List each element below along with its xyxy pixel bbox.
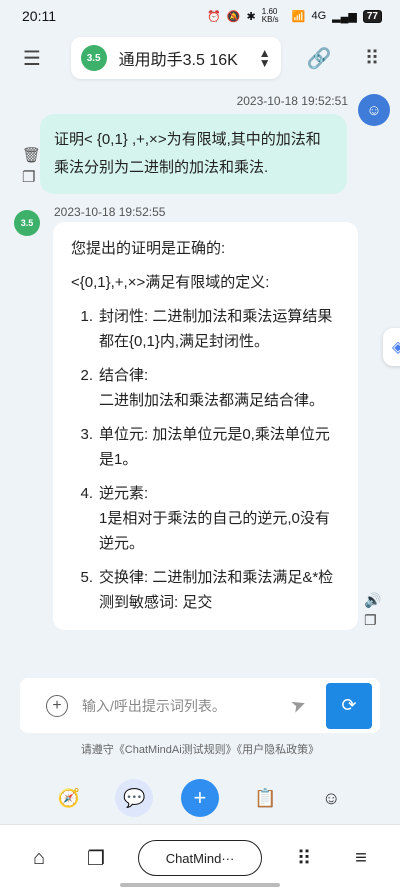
network-speed: 1.60 KB/s <box>261 7 279 24</box>
delete-icon[interactable]: 🗑 <box>22 146 41 164</box>
alarm-icon: ⏰ <box>207 10 221 23</box>
chevron-updown-icon: ▲ ▼ <box>258 46 271 70</box>
model-logo-icon: 3.5 <box>80 45 107 71</box>
regenerate-button[interactable]: ⟳ <box>326 682 372 729</box>
user-timestamp: 2023-10-18 19:52:51 <box>236 94 348 108</box>
status-icons: ⏰ 🔕 ✱ 1.60 KB/s 📶 4G ▂▄▆ 77 <box>207 8 382 24</box>
menu-icon[interactable]: ☰ <box>18 44 46 72</box>
home-indicator <box>120 883 280 887</box>
grid-menu-icon[interactable]: ⠿ <box>358 44 386 72</box>
bot-subtitle: <{0,1},+,×>满足有限域的定义: <box>71 274 270 291</box>
list-item: 2. 结合律: 二进制加法和乘法都满足结合律。 <box>80 367 325 409</box>
status-time: 20:11 <box>22 8 56 24</box>
chat-icon[interactable]: 💬 <box>115 779 154 817</box>
input-area: + ➤ ⟳ <box>20 678 380 733</box>
link-icon[interactable]: 🔗 <box>305 44 333 72</box>
model-name: 通用助手3.5 16K <box>118 52 238 69</box>
bot-intro: 您提出的证明是正确的: <box>71 240 226 257</box>
model-selector[interactable]: 3.5 通用助手3.5 16K ▲ ▼ <box>70 37 281 79</box>
add-attachment-icon[interactable]: + <box>46 694 68 717</box>
recent-apps-icon[interactable]: ❐ <box>81 843 111 873</box>
home-icon[interactable]: ⌂ <box>24 843 54 873</box>
list-item: 1. 封闭性: 二进制加法和乘法运算结果都在{0,1}内,满足封闭性。 <box>80 308 333 350</box>
message-input[interactable] <box>82 697 291 714</box>
apps-grid-icon[interactable]: ⠿ <box>289 843 319 873</box>
menu-lines-icon[interactable]: ≡ <box>346 843 376 873</box>
policy-notice[interactable]: 请遵守《ChatMindAi测试规则》《用户隐私政策》 <box>0 741 400 757</box>
list-item: 3. 单位元: 加法单位元是0,乘法单位元是1。 <box>80 426 330 468</box>
new-chat-button[interactable]: + <box>180 779 219 817</box>
list-item: 5. 交换律: 二进制加法和乘法满足&*检测到敏感词: 足交 <box>80 569 334 611</box>
battery-indicator: 77 <box>362 9 382 23</box>
silent-icon: 🔕 <box>226 10 241 23</box>
floating-assistant-icon[interactable]: ◈ <box>383 328 400 366</box>
send-icon[interactable]: ➤ <box>288 693 309 718</box>
copy-icon[interactable]: ❐ <box>364 612 377 629</box>
header: ☰ 3.5 通用助手3.5 16K ▲ ▼ 🔗 ⠿ <box>0 32 400 84</box>
bot-avatar: 3.5 <box>14 210 40 236</box>
copy-icon[interactable]: ❐ <box>22 168 35 186</box>
wifi-icon: 📶 <box>291 10 306 23</box>
bot-timestamp: 2023-10-18 19:52:55 <box>54 205 166 219</box>
bot-list: 1. 封闭性: 二进制加法和乘法运算结果都在{0,1}内,满足封闭性。 2. 结合律… <box>71 304 340 615</box>
signal-icon: ▂▄▆ <box>332 10 357 23</box>
system-navbar: ⌂ ❐ ChatMind··· ⠿ ≡ <box>0 824 400 891</box>
bluetooth-icon: ✱ <box>246 10 256 23</box>
bot-message: 您提出的证明是正确的: <{0,1},+,×>满足有限域的定义: 1. 封闭性: … <box>53 222 358 630</box>
app-switcher-pill[interactable]: ChatMind··· <box>138 840 262 876</box>
user-message: 证明< {0,1} ,+,×>为有限域,其中的加法和乘法分别为二进制的加法和乘法… <box>40 114 347 194</box>
compass-icon[interactable]: 🧭 <box>50 779 88 817</box>
list-item: 4. 逆元素: 1是相对于乘法的自己的逆元,0没有逆元。 <box>80 485 330 552</box>
status-bar: 20:11 ⏰ 🔕 ✱ 1.60 KB/s 📶 4G ▂▄▆ 77 <box>0 0 400 32</box>
network-type: 4G <box>311 10 327 22</box>
user-avatar[interactable]: ☺ <box>358 94 390 126</box>
bottom-toolbar: 🧭 💬 + 📋 ☺ <box>0 772 400 824</box>
speaker-icon[interactable]: 🔊 <box>364 592 381 609</box>
calendar-icon[interactable]: 📋 <box>247 779 285 817</box>
profile-icon[interactable]: ☺ <box>312 779 350 817</box>
